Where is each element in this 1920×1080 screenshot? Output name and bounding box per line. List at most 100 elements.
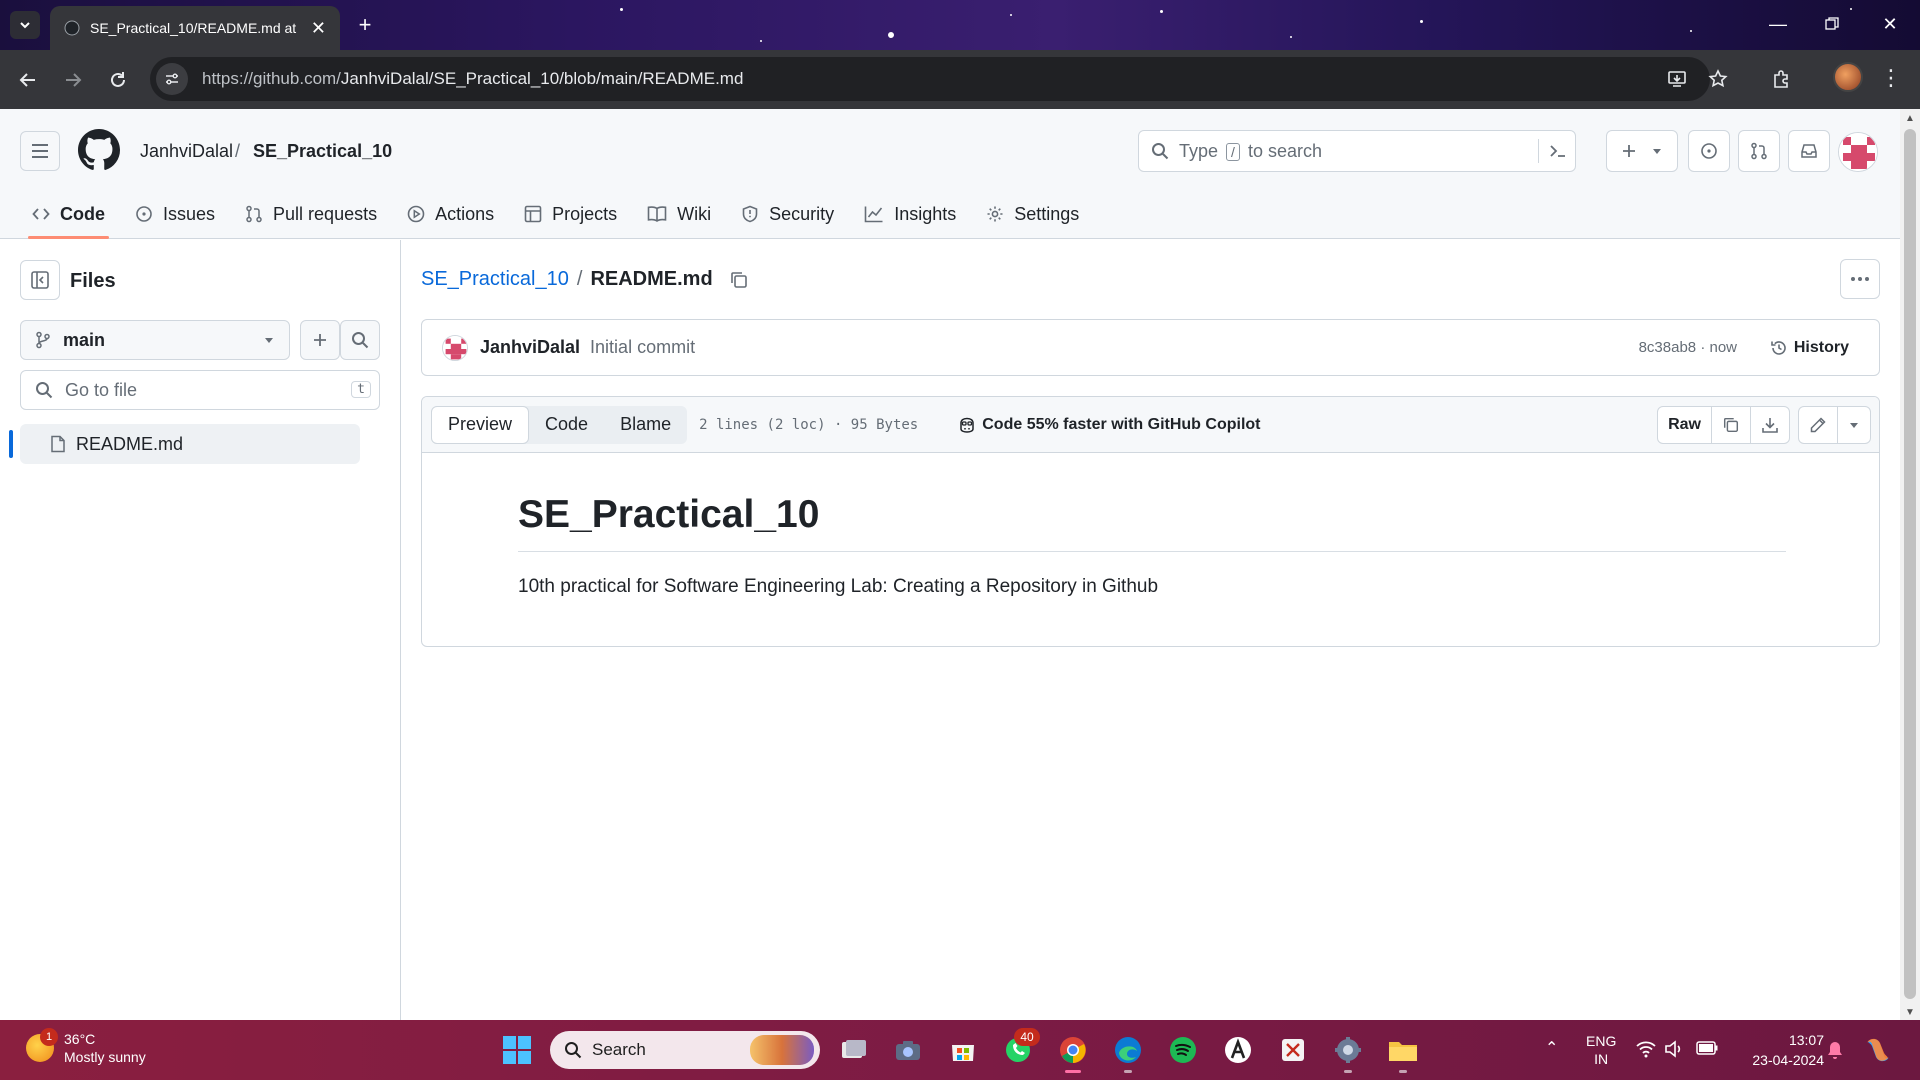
restore-icon[interactable] xyxy=(1820,12,1844,36)
clock-date: 23-04-2024 xyxy=(1752,1052,1824,1068)
tab-close-icon[interactable]: ✕ xyxy=(311,18,326,39)
task-view-icon[interactable] xyxy=(836,1032,872,1068)
user-avatar[interactable] xyxy=(1838,132,1878,172)
tab-issues[interactable]: Issues xyxy=(123,189,227,239)
repo-owner-link[interactable]: JanhviDalal xyxy=(140,141,233,162)
go-to-file-shortcut: t xyxy=(351,381,371,398)
file-tree-item-label: README.md xyxy=(76,433,184,454)
add-file-button[interactable] xyxy=(300,320,340,360)
tab-code[interactable]: Code xyxy=(20,189,117,239)
edge-icon[interactable] xyxy=(1110,1032,1146,1073)
copilot-promo[interactable]: Code 55% faster with GitHub Copilot xyxy=(958,416,1260,434)
scroll-up-arrow-icon[interactable]: ▲ xyxy=(1905,113,1915,124)
weather-widget[interactable]: 1 36°C Mostly sunny xyxy=(26,1028,146,1066)
tab-code-view[interactable]: Code xyxy=(529,406,604,444)
weather-temp: 36°C xyxy=(64,1031,96,1047)
copy-raw-button[interactable] xyxy=(1712,407,1751,443)
history-button[interactable]: History xyxy=(1770,339,1849,357)
commit-sha-time[interactable]: 8c38ab8 · now xyxy=(1639,339,1737,356)
create-new-button[interactable] xyxy=(1606,130,1678,172)
edit-file-button[interactable] xyxy=(1799,407,1838,443)
command-palette-icon[interactable] xyxy=(1538,139,1567,163)
profile-avatar[interactable] xyxy=(1833,62,1863,92)
tab-insights-label: Insights xyxy=(894,203,957,224)
tab-pull-requests[interactable]: Pull requests xyxy=(233,189,389,239)
scroll-down-arrow-icon[interactable]: ▼ xyxy=(1905,1007,1915,1018)
bookmark-star-icon[interactable] xyxy=(1703,64,1733,94)
commit-author-avatar[interactable] xyxy=(442,334,468,361)
reload-button[interactable] xyxy=(103,65,133,95)
browser-tab-active[interactable]: SE_Practical_10/README.md at main ✕ xyxy=(50,6,340,50)
new-tab-button[interactable]: + xyxy=(350,11,380,39)
caret-down-icon xyxy=(1653,149,1661,154)
global-search-input[interactable]: Type / to search xyxy=(1138,130,1576,172)
taskbar-search[interactable]: Search xyxy=(550,1031,820,1069)
inbox-button[interactable] xyxy=(1788,130,1830,172)
breadcrumb-repo-link[interactable]: SE_Practical_10 xyxy=(421,268,569,291)
issues-button[interactable] xyxy=(1688,130,1730,172)
search-suffix: to search xyxy=(1247,140,1322,161)
notification-bell-icon[interactable] xyxy=(1826,1040,1844,1060)
install-app-icon[interactable] xyxy=(1662,64,1692,94)
system-clock[interactable]: 13:07 23-04-2024 xyxy=(1738,1030,1824,1070)
tab-projects[interactable]: Projects xyxy=(512,189,629,239)
show-hidden-icons-chevron-icon[interactable]: ⌃ xyxy=(1545,1038,1558,1058)
gear-icon xyxy=(987,206,1003,222)
extensions-icon[interactable] xyxy=(1766,64,1796,94)
battery-icon[interactable] xyxy=(1696,1041,1718,1055)
minimize-icon[interactable]: — xyxy=(1766,12,1790,36)
commit-message[interactable]: Initial commit xyxy=(590,337,695,358)
start-button[interactable] xyxy=(503,1036,531,1064)
raw-button[interactable]: Raw xyxy=(1658,407,1712,443)
back-button[interactable] xyxy=(13,65,43,95)
tab-search-button[interactable] xyxy=(10,11,40,39)
page-scrollbar[interactable]: ▲ ▼ xyxy=(1900,109,1920,1020)
branch-selector[interactable]: main xyxy=(20,320,290,360)
collapse-sidebar-button[interactable] xyxy=(20,260,60,300)
tab-wiki[interactable]: Wiki xyxy=(635,189,723,239)
close-window-icon[interactable]: ✕ xyxy=(1878,12,1902,36)
scrollbar-thumb[interactable] xyxy=(1904,129,1916,999)
volume-icon[interactable] xyxy=(1664,1040,1684,1058)
forward-button[interactable] xyxy=(58,65,88,95)
search-icon xyxy=(352,332,369,349)
copilot-taskbar-icon[interactable] xyxy=(1862,1034,1894,1066)
address-bar[interactable]: https://github.com/JanhviDalal/SE_Practi… xyxy=(150,57,1710,101)
wifi-icon[interactable] xyxy=(1636,1040,1656,1058)
sidebar-collapse-icon xyxy=(31,271,49,289)
arc-app-icon[interactable] xyxy=(1220,1032,1256,1068)
file-tree-item-readme[interactable]: README.md xyxy=(20,424,360,464)
global-nav-button[interactable] xyxy=(20,131,60,171)
spotify-icon[interactable] xyxy=(1165,1032,1201,1068)
camera-app-icon[interactable] xyxy=(890,1032,926,1068)
commit-author[interactable]: JanhviDalal xyxy=(480,337,580,358)
github-logo-icon[interactable] xyxy=(78,129,120,171)
snipping-tool-icon[interactable] xyxy=(1275,1032,1311,1068)
chrome-icon[interactable] xyxy=(1055,1032,1091,1073)
search-files-button[interactable] xyxy=(340,320,380,360)
weather-badge: 1 xyxy=(40,1028,58,1046)
tab-security[interactable]: Security xyxy=(729,189,846,239)
sun-icon: 1 xyxy=(26,1028,58,1062)
settings-app-icon[interactable] xyxy=(1330,1032,1366,1073)
copy-path-icon[interactable] xyxy=(729,270,749,290)
pull-requests-button[interactable] xyxy=(1738,130,1780,172)
site-info-icon[interactable] xyxy=(156,63,188,95)
file-viewer: Preview Code Blame 2 lines (2 loc) · 95 … xyxy=(421,396,1880,647)
tab-preview[interactable]: Preview xyxy=(431,405,530,444)
download-raw-button[interactable] xyxy=(1751,407,1789,443)
tab-insights[interactable]: Insights xyxy=(852,189,968,239)
edit-options-button[interactable] xyxy=(1838,407,1870,443)
go-to-file-input[interactable]: Go to file t xyxy=(20,370,380,410)
tab-code-label: Code xyxy=(60,203,105,224)
microsoft-store-icon[interactable] xyxy=(945,1032,981,1068)
tab-settings[interactable]: Settings xyxy=(974,189,1091,239)
files-heading: Files xyxy=(70,270,116,292)
repo-name-link[interactable]: SE_Practical_10 xyxy=(253,141,392,162)
file-explorer-icon[interactable] xyxy=(1385,1032,1421,1073)
browser-menu-icon[interactable]: ⋮ xyxy=(1880,65,1902,91)
tab-blame[interactable]: Blame xyxy=(604,406,687,444)
more-options-button[interactable] xyxy=(1840,259,1880,299)
tab-actions[interactable]: Actions xyxy=(395,189,506,239)
language-indicator[interactable]: ENG IN xyxy=(1586,1032,1616,1068)
